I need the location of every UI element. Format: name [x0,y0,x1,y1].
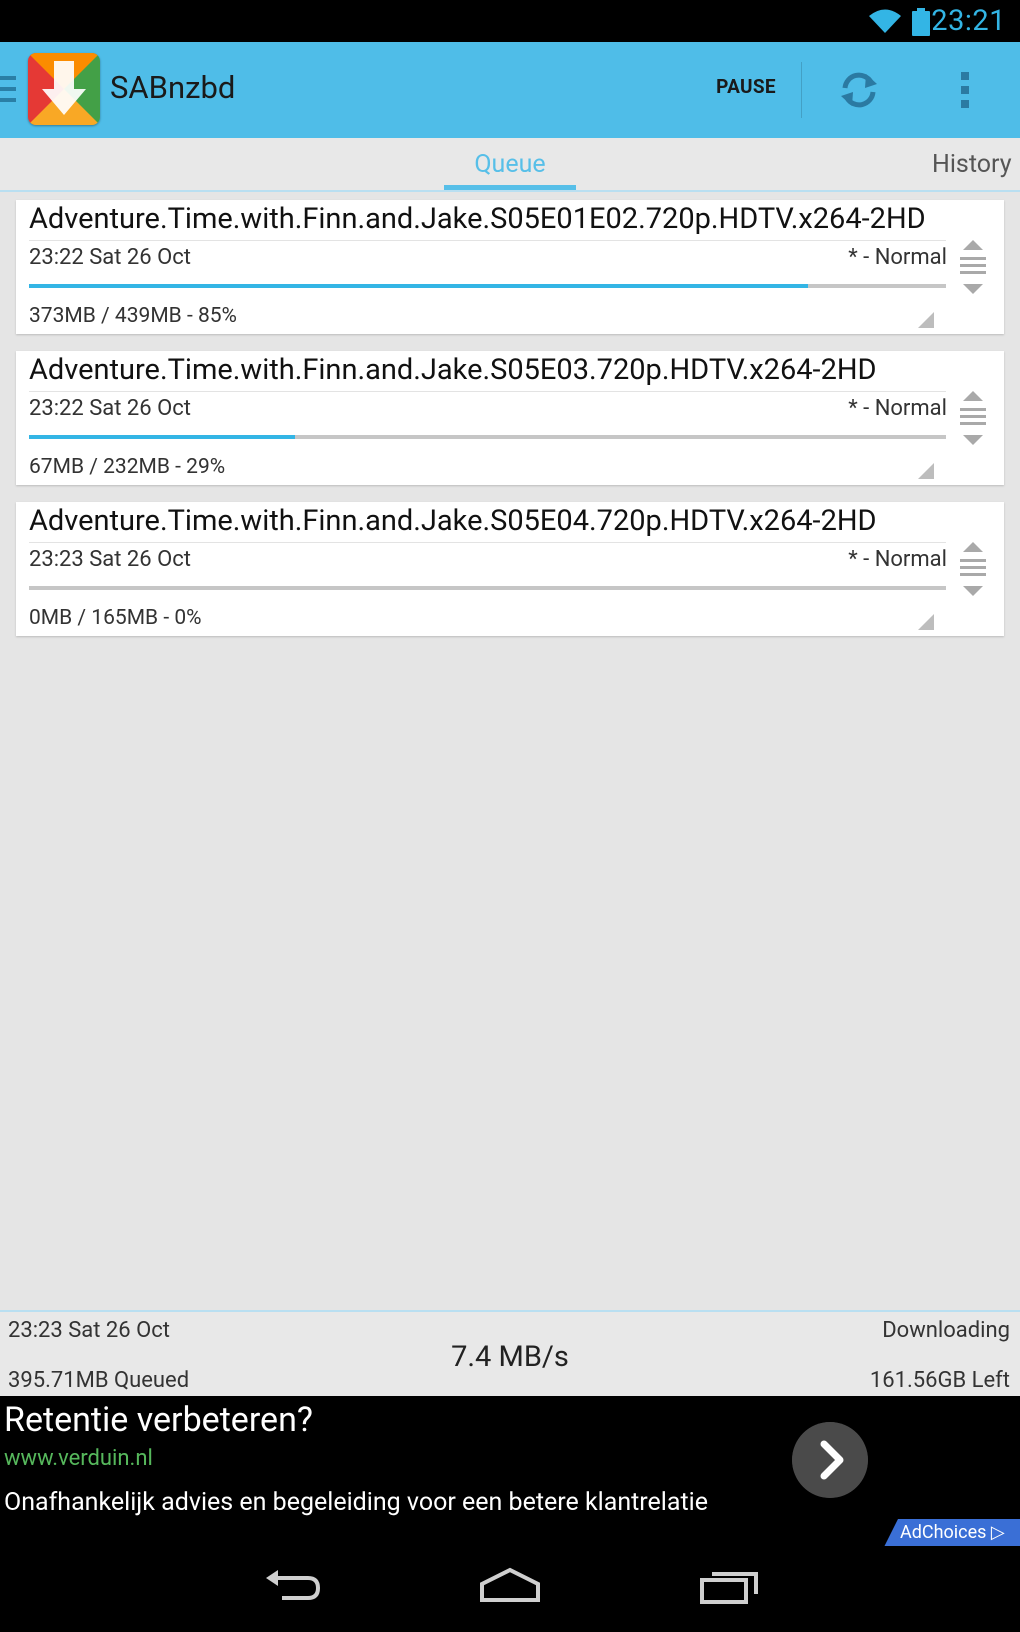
system-nav-bar [0,1546,1020,1632]
progress-fill [29,435,295,439]
refresh-icon[interactable] [835,66,883,114]
ad-banner[interactable]: Retentie verbeteren? www.verduin.nl Onaf… [0,1396,1020,1547]
item-time: 23:22 Sat 26 Oct [29,245,191,270]
ad-description[interactable]: Onafhankelijk advies en begeleiding voor… [4,1488,708,1517]
queue-item[interactable]: Adventure.Time.with.Finn.and.Jake.S05E03… [16,351,1004,485]
tab-queue[interactable]: Queue [444,150,576,179]
ad-url[interactable]: www.verduin.nl [4,1446,153,1471]
footer-status: Downloading [882,1318,1010,1343]
action-divider [801,62,802,118]
footer-left: 161.56GB Left [869,1368,1010,1393]
adchoices-badge[interactable]: AdChoices ▷ [884,1519,1020,1547]
item-size: 67MB / 232MB - 29% [29,455,226,479]
item-name: Adventure.Time.with.Finn.and.Jake.S05E01… [29,202,926,236]
action-bar: SABnzbd PAUSE [0,42,1020,138]
reorder-handle-icon[interactable] [958,238,988,296]
battery-icon [912,8,930,36]
queue-list: Adventure.Time.with.Finn.and.Jake.S05E01… [16,200,1004,653]
app-logo[interactable] [28,53,100,125]
status-bar: 23:21 [0,0,1020,42]
item-priority[interactable]: * - Normal [848,396,947,421]
item-priority[interactable]: * - Normal [848,547,947,572]
pause-button[interactable]: PAUSE [700,75,792,98]
item-name: Adventure.Time.with.Finn.and.Jake.S05E03… [29,353,877,387]
item-name: Adventure.Time.with.Finn.and.Jake.S05E04… [29,504,877,538]
adchoices-label: AdChoices [900,1522,987,1543]
back-icon[interactable] [262,1566,322,1606]
progress-bar [29,586,946,590]
recent-apps-icon[interactable] [698,1566,760,1606]
item-divider [29,542,946,543]
item-divider [29,391,946,392]
expand-corner-icon[interactable] [918,463,934,479]
wifi-icon [869,9,901,33]
tab-strip: Queue History [0,138,1020,192]
home-icon[interactable] [478,1566,542,1606]
progress-bar [29,435,946,439]
item-size: 0MB / 165MB - 0% [29,606,202,630]
reorder-handle-icon[interactable] [958,540,988,598]
reorder-handle-icon[interactable] [958,389,988,447]
ad-go-arrow-icon[interactable] [792,1422,868,1498]
progress-fill [29,284,809,288]
status-time: 23:21 [931,4,1006,38]
expand-corner-icon[interactable] [918,312,934,328]
tab-history[interactable]: History [932,150,1012,179]
adchoices-icon: ▷ [990,1522,1005,1543]
app-title: SABnzbd [110,69,236,106]
item-time: 23:22 Sat 26 Oct [29,396,191,421]
item-priority[interactable]: * - Normal [848,245,947,270]
expand-corner-icon[interactable] [918,614,934,630]
ad-headline[interactable]: Retentie verbeteren? [4,1400,313,1440]
item-size: 373MB / 439MB - 85% [29,304,237,328]
item-divider [29,240,946,241]
drawer-icon[interactable] [0,76,16,102]
item-time: 23:23 Sat 26 Oct [29,547,191,572]
overflow-menu-icon[interactable] [955,70,975,110]
queue-item[interactable]: Adventure.Time.with.Finn.and.Jake.S05E04… [16,502,1004,636]
queue-status-footer: 23:23 Sat 26 Oct 395.71MB Queued 7.4 MB/… [0,1310,1020,1396]
tab-indicator [444,185,576,190]
download-speed: 7.4 MB/s [451,1340,569,1374]
queue-item[interactable]: Adventure.Time.with.Finn.and.Jake.S05E01… [16,200,1004,334]
progress-bar [29,284,946,288]
